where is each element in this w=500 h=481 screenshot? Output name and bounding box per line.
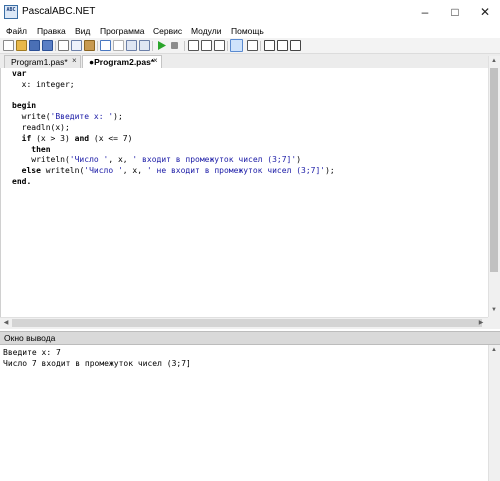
scrollbar-thumb[interactable] bbox=[12, 319, 482, 327]
toolbar-separator bbox=[152, 41, 153, 51]
minimize-button[interactable]: – bbox=[410, 0, 440, 24]
scrollbar-thumb[interactable] bbox=[490, 68, 498, 272]
tab-close-icon[interactable]: × bbox=[153, 55, 158, 67]
new-file-icon[interactable] bbox=[3, 40, 14, 51]
run-icon[interactable] bbox=[157, 40, 167, 51]
maximize-button[interactable]: □ bbox=[440, 0, 470, 24]
app-logo-icon: ABC bbox=[4, 5, 18, 19]
code-keyword: then bbox=[12, 144, 51, 154]
step-over-icon[interactable] bbox=[201, 40, 212, 51]
code-string: 'Число ' bbox=[69, 155, 109, 165]
save-all-icon[interactable] bbox=[42, 40, 53, 51]
code-keyword: var bbox=[12, 69, 27, 78]
code-line: x: integer; bbox=[12, 79, 75, 89]
code-text: writeln( bbox=[12, 155, 70, 165]
code-text: (x > 3) bbox=[31, 133, 75, 143]
output-pane-title: Окно вывода bbox=[4, 333, 56, 343]
find-icon[interactable] bbox=[126, 40, 137, 51]
code-line: readln(x); bbox=[12, 122, 70, 132]
scroll-left-icon[interactable]: ◀ bbox=[1, 319, 11, 326]
toolbar-separator bbox=[184, 41, 185, 51]
cut-icon[interactable] bbox=[58, 40, 69, 51]
menu-view[interactable]: Вид bbox=[75, 26, 90, 36]
code-keyword: else bbox=[12, 166, 41, 176]
code-keyword: and bbox=[74, 133, 90, 143]
code-text: write( bbox=[12, 112, 51, 122]
help-icon[interactable] bbox=[290, 40, 301, 51]
output-line: Число 7 входит в промежуток чисел (3;7] bbox=[3, 358, 191, 368]
scroll-up-icon[interactable]: ▲ bbox=[488, 58, 500, 64]
paste-icon[interactable] bbox=[84, 40, 95, 51]
code-text: , x, bbox=[108, 155, 133, 165]
scroll-right-icon[interactable]: ▶ bbox=[476, 319, 486, 326]
code-keyword: begin bbox=[12, 101, 37, 111]
replace-icon[interactable] bbox=[139, 40, 150, 51]
toggle-output-icon[interactable] bbox=[230, 39, 243, 52]
code-string: 'Введите x: ' bbox=[50, 112, 114, 122]
output-vertical-scrollbar[interactable] bbox=[488, 345, 500, 481]
code-text: writeln( bbox=[40, 166, 85, 176]
form-designer-icon[interactable] bbox=[264, 40, 275, 51]
menu-help[interactable]: Помощь bbox=[231, 26, 264, 36]
code-string: 'Число ' bbox=[84, 166, 123, 176]
scrollbar-corner bbox=[488, 317, 500, 329]
toolbar-separator bbox=[227, 41, 228, 51]
toolbar-separator bbox=[260, 41, 261, 51]
toolbar-separator bbox=[97, 41, 98, 51]
tab-close-icon[interactable]: × bbox=[72, 55, 77, 67]
code-text: (x <= 7) bbox=[89, 133, 133, 143]
menu-modules[interactable]: Модули bbox=[191, 26, 221, 36]
close-window-button[interactable]: ✕ bbox=[470, 0, 500, 24]
save-icon[interactable] bbox=[29, 40, 40, 51]
toolbar-separator bbox=[55, 41, 56, 51]
tab-program1[interactable]: Program1.pas* bbox=[4, 55, 81, 68]
menu-service[interactable]: Сервис bbox=[153, 26, 182, 36]
copy-icon[interactable] bbox=[71, 40, 82, 51]
compile-icon[interactable] bbox=[277, 40, 288, 51]
menu-program[interactable]: Программа bbox=[100, 26, 145, 36]
scroll-down-icon[interactable]: ▼ bbox=[488, 307, 500, 313]
code-text: ); bbox=[325, 166, 335, 176]
window-title: PascalABC.NET bbox=[22, 6, 96, 17]
code-text: ); bbox=[113, 112, 123, 122]
undo-icon[interactable] bbox=[100, 40, 111, 51]
menu-edit[interactable]: Правка bbox=[37, 26, 66, 36]
output-line: Введите x: 7 bbox=[3, 348, 61, 357]
code-keyword: end. bbox=[12, 176, 32, 186]
redo-icon[interactable] bbox=[113, 40, 124, 51]
source-code[interactable]: var x: integer; begin write('Введите x: … bbox=[0, 69, 335, 188]
code-text: , x, bbox=[122, 166, 147, 176]
code-text: ) bbox=[296, 155, 302, 165]
tab-program2[interactable]: ●Program2.pas* bbox=[82, 55, 162, 68]
stop-icon[interactable] bbox=[171, 42, 178, 49]
menu-file[interactable]: Файл bbox=[6, 26, 27, 36]
open-folder-icon[interactable] bbox=[16, 40, 27, 51]
scroll-up-icon[interactable]: ▲ bbox=[488, 347, 500, 353]
code-string: ' входит в промежуток чисел (3;7]' bbox=[132, 155, 297, 165]
step-into-icon[interactable] bbox=[188, 40, 199, 51]
step-out-icon[interactable] bbox=[214, 40, 225, 51]
program-output[interactable]: Введите x: 7 Число 7 входит в промежуток… bbox=[3, 348, 191, 370]
code-string: ' не входит в промежуток чисел (3;7]' bbox=[146, 166, 326, 176]
code-keyword: if bbox=[12, 133, 32, 143]
output-pane-header bbox=[0, 331, 500, 345]
intellisense-icon[interactable] bbox=[247, 40, 258, 51]
